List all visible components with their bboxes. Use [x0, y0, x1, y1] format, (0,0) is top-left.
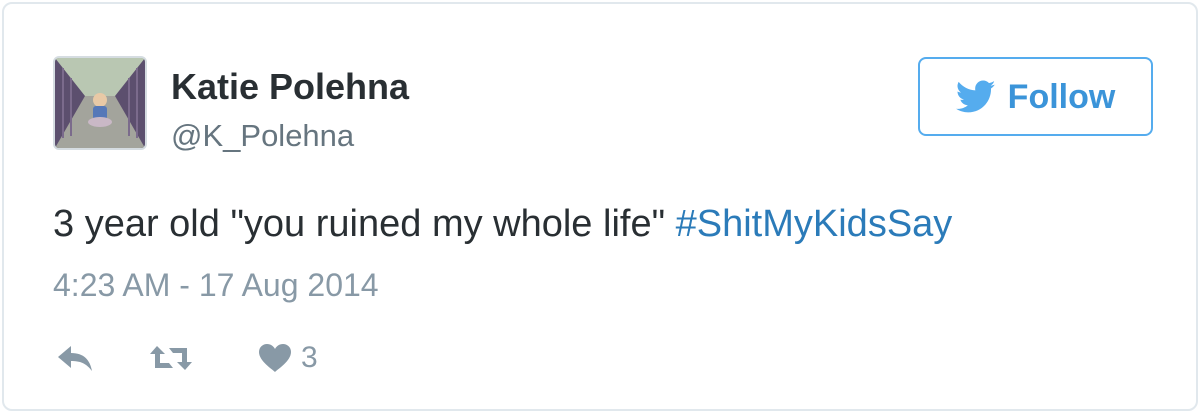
avatar[interactable]: [53, 56, 147, 150]
tweet-card: Katie Polehna @K_Polehna Follow 3 year o…: [2, 2, 1198, 411]
twitter-bird-icon: [955, 80, 996, 112]
heart-icon: [259, 344, 291, 372]
tweet-text: 3 year old "you ruined my whole life" #S…: [53, 201, 952, 247]
tweet-timestamp[interactable]: 4:23 AM - 17 Aug 2014: [53, 266, 379, 304]
display-name[interactable]: Katie Polehna: [171, 66, 409, 108]
retweet-button[interactable]: [147, 342, 195, 374]
follow-label: Follow: [1007, 77, 1116, 116]
reply-icon: [58, 346, 92, 371]
tweet-body: 3 year old "you ruined my whole life": [53, 203, 676, 245]
hashtag-link[interactable]: #ShitMyKidsSay: [676, 203, 953, 245]
reply-button[interactable]: [55, 343, 95, 373]
tweet-actions: 3: [55, 336, 318, 380]
screen-name[interactable]: @K_Polehna: [171, 117, 354, 155]
profile-photo: [55, 58, 145, 148]
retweet-icon: [150, 346, 192, 370]
like-button[interactable]: 3: [257, 340, 318, 376]
like-count: 3: [301, 341, 318, 374]
follow-button[interactable]: Follow: [918, 57, 1153, 136]
